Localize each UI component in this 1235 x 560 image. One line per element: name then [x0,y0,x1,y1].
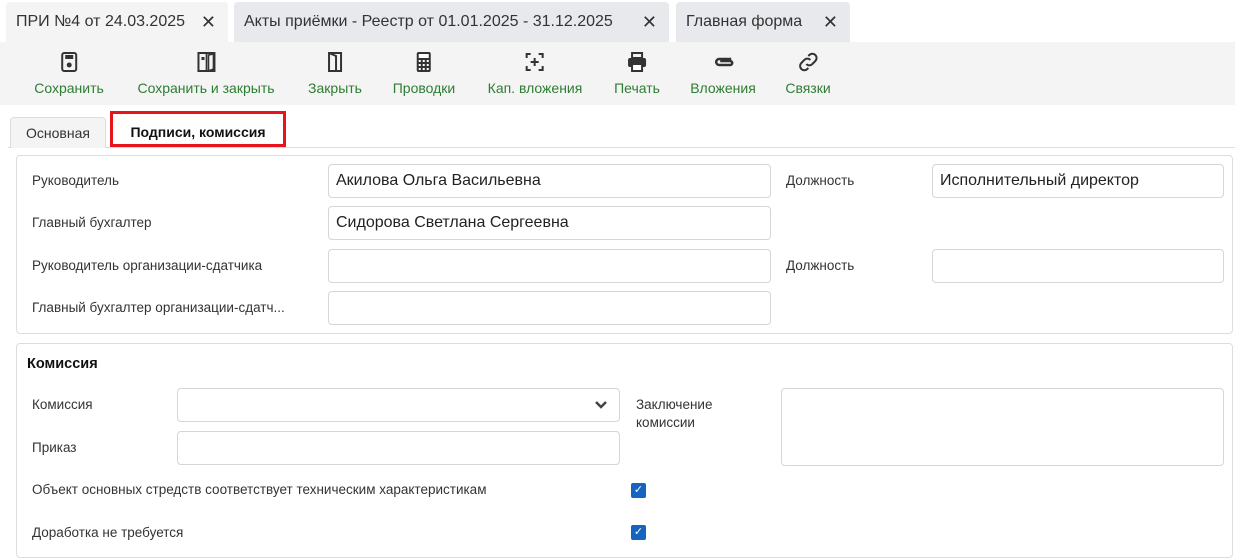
tab-label: Главная форма [686,13,803,30]
chief-accountant-label: Главный бухгалтер [32,215,152,230]
check1-label: Объект основных стредств соответствует т… [32,482,487,497]
sender-accountant-input[interactable] [328,291,771,325]
postings-button[interactable]: Проводки [393,50,455,96]
print-button[interactable]: Печать [614,50,660,96]
sender-accountant-label: Главный бухгалтер организации-сдатч... [32,300,285,315]
door-icon [327,52,342,72]
tab-signatures[interactable]: Подписи, комиссия [110,111,286,147]
document-tab-bar: ПРИ №4 от 24.03.2025 ✕ Акты приёмки - Рее… [0,0,1235,42]
tabs-divider [8,147,1235,148]
tab-label: ПРИ №4 от 24.03.2025 [16,13,186,30]
doc-tab-pri4[interactable]: ПРИ №4 от 24.03.2025 ✕ [6,2,228,42]
check2-checkbox[interactable]: ✓ [631,525,646,540]
add-box-icon [525,53,544,71]
doc-tab-registry[interactable]: Акты приёмки - Реестр от 01.01.2025 - 31… [234,2,669,42]
head-label: Руководитель [32,173,119,188]
doc-tab-main-form[interactable]: Главная форма ✕ [676,2,850,42]
sender-position-label: Должность [786,258,855,273]
close-icon[interactable]: ✕ [642,12,657,33]
position-label: Должность [786,173,855,188]
printer-icon [628,52,646,72]
paperclip-icon [714,57,734,67]
order-label: Приказ [32,440,77,455]
check1-checkbox[interactable]: ✓ [631,483,646,498]
attachments-button[interactable]: Вложения [690,50,756,96]
close-button[interactable]: Закрыть [308,50,362,96]
save-button[interactable]: Сохранить [34,50,104,96]
save-close-icon [197,52,215,73]
sender-head-label: Руководитель организации-сдатчика [32,258,263,273]
commission-label: Комиссия [32,397,93,412]
close-icon[interactable]: ✕ [823,12,838,33]
check2-label: Доработка не требуется [32,525,184,540]
tab-main[interactable]: Основная [10,117,106,148]
conclusion-label: Заключение [636,397,713,412]
tab-label: Акты приёмки - Реестр от 01.01.2025 - 31… [244,13,613,30]
link-icon [798,52,818,72]
conclusion-label-2: комиссии [636,415,695,430]
head-input[interactable]: Акилова Ольга Васильевна [328,164,771,198]
toolbar: Сохранить Сохранить и закрыть Закрыть Пр… [0,42,1235,105]
save-close-button[interactable]: Сохранить и закрыть [137,50,275,96]
cap-invest-button[interactable]: Кап. вложения [488,50,582,96]
calculator-icon [416,52,431,72]
sender-position-input[interactable] [932,249,1224,283]
chevron-down-icon[interactable] [594,400,608,410]
sender-head-input[interactable] [328,249,771,283]
close-icon[interactable]: ✕ [201,12,216,33]
commission-title: Комиссия [27,356,98,372]
save-icon [60,52,77,72]
head-position-input[interactable]: Исполнительный директор [932,164,1224,198]
commission-select[interactable] [177,388,620,422]
order-input[interactable] [177,431,620,465]
conclusion-textarea[interactable] [781,388,1224,466]
links-button[interactable]: Связки [785,50,831,96]
chief-accountant-input[interactable]: Сидорова Светлана Сергеевна [328,206,771,240]
